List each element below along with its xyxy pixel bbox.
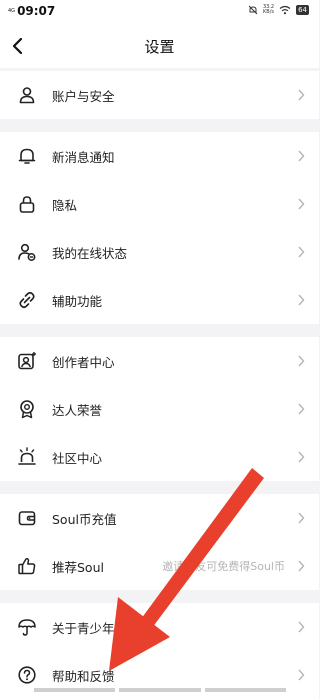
bottom-navigation-indicator — [34, 688, 286, 692]
row-online-status[interactable]: 我的在线状态 — [0, 228, 319, 276]
invite-hint: 邀请好友可免费得Soul币 — [162, 560, 285, 573]
row-label: 辅助功能 — [52, 294, 103, 309]
settings-group-about: 关于青少年模式 帮助和反馈 — [0, 603, 319, 699]
bell-icon — [18, 148, 36, 164]
settings-group-creator: 创作者中心 达人荣誉 社区中心 — [0, 337, 319, 481]
link-icon — [19, 291, 35, 309]
chevron-right-icon — [298, 621, 305, 633]
umbrella-icon — [18, 619, 36, 636]
row-accessibility[interactable]: 辅助功能 — [0, 276, 319, 324]
row-label: Soul币充值 — [52, 512, 117, 527]
speed-unit: KB/s — [263, 9, 274, 15]
chevron-right-icon — [298, 355, 305, 367]
row-recommend-soul[interactable]: 推荐Soul 邀请好友可免费得Soul币 — [0, 542, 319, 590]
row-label: 新消息通知 — [52, 150, 115, 165]
row-label: 账户与安全 — [52, 89, 115, 104]
community-icon — [18, 447, 36, 465]
indicator-segment — [119, 688, 201, 692]
chevron-right-icon — [298, 89, 305, 101]
chevron-right-icon — [298, 451, 305, 463]
row-community-center[interactable]: 社区中心 — [0, 433, 319, 481]
settings-group-account: 账户与安全 — [0, 71, 319, 119]
status-bar: 4G 09:07 33.2 KB/s 64 — [0, 0, 319, 24]
chevron-right-icon — [298, 246, 305, 258]
thumbs-up-icon — [18, 557, 36, 575]
chevron-right-icon — [298, 150, 305, 162]
indicator-segment — [204, 688, 286, 692]
row-creator-center[interactable]: 创作者中心 — [0, 337, 319, 385]
battery-icon: 64 — [296, 5, 309, 15]
help-icon — [18, 666, 36, 684]
settings-group-soul: Soul币充值 推荐Soul 邀请好友可免费得Soul币 — [0, 494, 319, 590]
indicator-segment — [34, 688, 116, 692]
chevron-right-icon — [298, 198, 305, 210]
chevron-right-icon — [298, 403, 305, 415]
nav-bar: 设置 — [0, 24, 319, 68]
bell-muted-icon — [248, 5, 258, 15]
network-speed: 33.2 KB/s — [263, 5, 274, 15]
row-expert-honors[interactable]: 达人荣誉 — [0, 385, 319, 433]
creator-icon — [18, 352, 36, 370]
status-time: 09:07 — [17, 4, 56, 18]
row-label: 社区中心 — [52, 451, 103, 466]
wifi-icon — [279, 5, 291, 15]
page-title: 设置 — [144, 38, 175, 56]
chevron-right-icon — [298, 669, 305, 681]
user-icon — [19, 87, 35, 104]
badge-icon — [20, 400, 34, 419]
row-label: 隐私 — [52, 198, 78, 213]
row-privacy[interactable]: 隐私 — [0, 180, 319, 228]
row-label: 关于青少年模式 — [52, 621, 140, 636]
row-label: 推荐Soul — [52, 560, 104, 575]
row-label: 达人荣誉 — [52, 403, 103, 418]
row-label: 我的在线状态 — [52, 246, 128, 261]
online-status-icon — [18, 243, 36, 261]
row-account-security[interactable]: 账户与安全 — [0, 71, 319, 119]
lock-icon — [19, 196, 35, 213]
settings-group-general: 新消息通知 隐私 我的在线状态 辅助功能 — [0, 132, 319, 324]
row-soul-coin-recharge[interactable]: Soul币充值 — [0, 494, 319, 542]
network-indicator: 4G — [8, 7, 16, 14]
row-youth-mode[interactable]: 关于青少年模式 — [0, 603, 319, 651]
wallet-icon — [18, 511, 36, 526]
row-label: 创作者中心 — [52, 355, 115, 370]
row-notifications[interactable]: 新消息通知 — [0, 132, 319, 180]
row-label: 帮助和反馈 — [52, 669, 115, 684]
chevron-right-icon — [298, 512, 305, 524]
chevron-right-icon — [298, 294, 305, 306]
chevron-right-icon — [298, 560, 305, 572]
